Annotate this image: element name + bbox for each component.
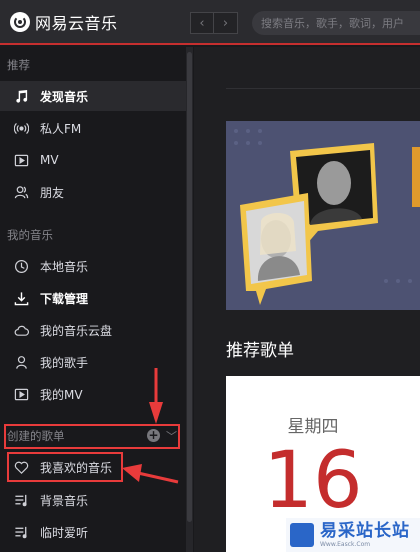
watermark-url: Www.Easck.Com [320, 541, 371, 548]
calendar-weekday: 星期四 [287, 417, 339, 437]
calendar-day-number: 16 [263, 436, 363, 526]
banner-artwork [226, 121, 420, 310]
watermark-logo-icon [290, 523, 314, 547]
watermark-title: 易采站长站 [320, 521, 410, 541]
main-divider [226, 88, 420, 89]
recommended-playlists-title: 推荐歌单 [226, 341, 294, 361]
annotation-arrow-down [149, 368, 163, 424]
site-watermark: 易采站长站 Www.Easck.Com [286, 518, 420, 552]
annotation-arrow-left [122, 464, 179, 484]
promo-banner[interactable] [226, 121, 420, 310]
